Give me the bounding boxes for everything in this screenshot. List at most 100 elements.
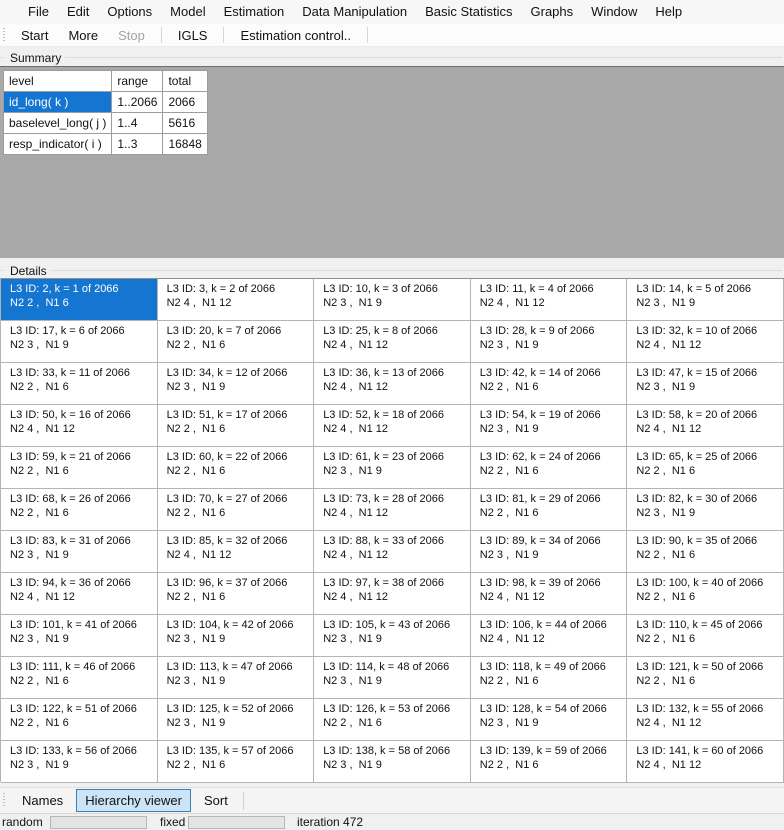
summary-level-cell[interactable]: resp_indicator( i ) [4, 134, 112, 155]
tab-hierarchy-viewer[interactable]: Hierarchy viewer [76, 789, 191, 812]
cell-id-line: L3 ID: 61, k = 23 of 2066 [323, 450, 468, 464]
menu-edit[interactable]: Edit [58, 0, 98, 24]
hierarchy-cell[interactable]: L3 ID: 105, k = 43 of 2066N2 3 , N1 9 [314, 615, 471, 657]
hierarchy-cell[interactable]: L3 ID: 121, k = 50 of 2066N2 2 , N1 6 [627, 657, 784, 699]
summary-col-range: range [112, 71, 163, 92]
menu-window[interactable]: Window [582, 0, 646, 24]
summary-row-resp-indicator[interactable]: resp_indicator( i ) 1..3 16848 [4, 134, 208, 155]
hierarchy-cell[interactable]: L3 ID: 42, k = 14 of 2066N2 2 , N1 6 [471, 363, 628, 405]
hierarchy-cell[interactable]: L3 ID: 110, k = 45 of 2066N2 2 , N1 6 [627, 615, 784, 657]
hierarchy-cell[interactable]: L3 ID: 113, k = 47 of 2066N2 3 , N1 9 [158, 657, 315, 699]
igls-button[interactable]: IGLS [169, 25, 217, 46]
summary-row-id-long[interactable]: id_long( k ) 1..2066 2066 [4, 92, 208, 113]
summary-level-cell[interactable]: id_long( k ) [4, 92, 112, 113]
hierarchy-cell[interactable]: L3 ID: 36, k = 13 of 2066N2 4 , N1 12 [314, 363, 471, 405]
menu-help[interactable]: Help [646, 0, 691, 24]
tabbar-separator [243, 792, 244, 810]
hierarchy-cell[interactable]: L3 ID: 104, k = 42 of 2066N2 3 , N1 9 [158, 615, 315, 657]
menu-model[interactable]: Model [161, 0, 214, 24]
hierarchy-cell[interactable]: L3 ID: 52, k = 18 of 2066N2 4 , N1 12 [314, 405, 471, 447]
hierarchy-cell[interactable]: L3 ID: 14, k = 5 of 2066N2 3 , N1 9 [627, 279, 784, 321]
hierarchy-cell[interactable]: L3 ID: 83, k = 31 of 2066N2 3 , N1 9 [1, 531, 158, 573]
menu-graphs[interactable]: Graphs [522, 0, 583, 24]
start-button[interactable]: Start [12, 25, 57, 46]
hierarchy-cell[interactable]: L3 ID: 2, k = 1 of 2066N2 2 , N1 6 [1, 279, 158, 321]
hierarchy-cell[interactable]: L3 ID: 50, k = 16 of 2066N2 4 , N1 12 [1, 405, 158, 447]
hierarchy-cell[interactable]: L3 ID: 61, k = 23 of 2066N2 3 , N1 9 [314, 447, 471, 489]
menu-basic-statistics[interactable]: Basic Statistics [416, 0, 521, 24]
cell-counts-line: N2 2 , N1 6 [167, 464, 312, 478]
hierarchy-cell[interactable]: L3 ID: 111, k = 46 of 2066N2 2 , N1 6 [1, 657, 158, 699]
hierarchy-cell[interactable]: L3 ID: 98, k = 39 of 2066N2 4 , N1 12 [471, 573, 628, 615]
hierarchy-cell[interactable]: L3 ID: 82, k = 30 of 2066N2 3 , N1 9 [627, 489, 784, 531]
hierarchy-cell[interactable]: L3 ID: 28, k = 9 of 2066N2 3 , N1 9 [471, 321, 628, 363]
hierarchy-cell[interactable]: L3 ID: 11, k = 4 of 2066N2 4 , N1 12 [471, 279, 628, 321]
hierarchy-cell[interactable]: L3 ID: 132, k = 55 of 2066N2 4 , N1 12 [627, 699, 784, 741]
estimation-control-button[interactable]: Estimation control.. [231, 25, 360, 46]
hierarchy-cell[interactable]: L3 ID: 47, k = 15 of 2066N2 3 , N1 9 [627, 363, 784, 405]
hierarchy-cell[interactable]: L3 ID: 106, k = 44 of 2066N2 4 , N1 12 [471, 615, 628, 657]
hierarchy-cell[interactable]: L3 ID: 17, k = 6 of 2066N2 3 , N1 9 [1, 321, 158, 363]
hierarchy-cell[interactable]: L3 ID: 135, k = 57 of 2066N2 2 , N1 6 [158, 741, 315, 783]
summary-row-baselevel-long[interactable]: baselevel_long( j ) 1..4 5616 [4, 113, 208, 134]
hierarchy-cell[interactable]: L3 ID: 60, k = 22 of 2066N2 2 , N1 6 [158, 447, 315, 489]
hierarchy-cell[interactable]: L3 ID: 58, k = 20 of 2066N2 4 , N1 12 [627, 405, 784, 447]
menu-options[interactable]: Options [98, 0, 161, 24]
hierarchy-cell[interactable]: L3 ID: 20, k = 7 of 2066N2 2 , N1 6 [158, 321, 315, 363]
hierarchy-cell[interactable]: L3 ID: 89, k = 34 of 2066N2 3 , N1 9 [471, 531, 628, 573]
cell-counts-line: N2 2 , N1 6 [10, 506, 155, 520]
hierarchy-cell[interactable]: L3 ID: 88, k = 33 of 2066N2 4 , N1 12 [314, 531, 471, 573]
hierarchy-cell[interactable]: L3 ID: 100, k = 40 of 2066N2 2 , N1 6 [627, 573, 784, 615]
hierarchy-cell[interactable]: L3 ID: 90, k = 35 of 2066N2 2 , N1 6 [627, 531, 784, 573]
hierarchy-cell[interactable]: L3 ID: 133, k = 56 of 2066N2 3 , N1 9 [1, 741, 158, 783]
hierarchy-cell[interactable]: L3 ID: 114, k = 48 of 2066N2 3 , N1 9 [314, 657, 471, 699]
stop-button[interactable]: Stop [109, 25, 154, 46]
hierarchy-cell[interactable]: L3 ID: 10, k = 3 of 2066N2 3 , N1 9 [314, 279, 471, 321]
details-group-label: Details [0, 263, 784, 278]
hierarchy-cell[interactable]: L3 ID: 65, k = 25 of 2066N2 2 , N1 6 [627, 447, 784, 489]
hierarchy-cell[interactable]: L3 ID: 126, k = 53 of 2066N2 2 , N1 6 [314, 699, 471, 741]
menu-estimation[interactable]: Estimation [215, 0, 294, 24]
tabbar-gripper-handle[interactable] [2, 793, 7, 808]
hierarchy-cell[interactable]: L3 ID: 62, k = 24 of 2066N2 2 , N1 6 [471, 447, 628, 489]
hierarchy-cell[interactable]: L3 ID: 3, k = 2 of 2066N2 4 , N1 12 [158, 279, 315, 321]
hierarchy-cell[interactable]: L3 ID: 68, k = 26 of 2066N2 2 , N1 6 [1, 489, 158, 531]
hierarchy-cell[interactable]: L3 ID: 128, k = 54 of 2066N2 3 , N1 9 [471, 699, 628, 741]
hierarchy-cell[interactable]: L3 ID: 85, k = 32 of 2066N2 4 , N1 12 [158, 531, 315, 573]
hierarchy-cell[interactable]: L3 ID: 139, k = 59 of 2066N2 2 , N1 6 [471, 741, 628, 783]
menu-file[interactable]: File [19, 0, 58, 24]
hierarchy-cell[interactable]: L3 ID: 54, k = 19 of 2066N2 3 , N1 9 [471, 405, 628, 447]
more-button[interactable]: More [59, 25, 107, 46]
hierarchy-cell[interactable]: L3 ID: 59, k = 21 of 2066N2 2 , N1 6 [1, 447, 158, 489]
hierarchy-cell[interactable]: L3 ID: 34, k = 12 of 2066N2 3 , N1 9 [158, 363, 315, 405]
hierarchy-cell[interactable]: L3 ID: 101, k = 41 of 2066N2 3 , N1 9 [1, 615, 158, 657]
cell-id-line: L3 ID: 105, k = 43 of 2066 [323, 618, 468, 632]
hierarchy-cell[interactable]: L3 ID: 32, k = 10 of 2066N2 4 , N1 12 [627, 321, 784, 363]
toolbar-gripper-handle[interactable] [2, 28, 7, 43]
tab-names[interactable]: Names [13, 789, 72, 812]
hierarchy-cell[interactable]: L3 ID: 138, k = 58 of 2066N2 3 , N1 9 [314, 741, 471, 783]
cell-id-line: L3 ID: 73, k = 28 of 2066 [323, 492, 468, 506]
details-grid: L3 ID: 2, k = 1 of 2066N2 2 , N1 6L3 ID:… [0, 278, 784, 782]
hierarchy-cell[interactable]: L3 ID: 96, k = 37 of 2066N2 2 , N1 6 [158, 573, 315, 615]
toolbar-separator [223, 27, 224, 43]
hierarchy-cell[interactable]: L3 ID: 51, k = 17 of 2066N2 2 , N1 6 [158, 405, 315, 447]
menu-data-manipulation[interactable]: Data Manipulation [293, 0, 416, 24]
hierarchy-cell[interactable]: L3 ID: 33, k = 11 of 2066N2 2 , N1 6 [1, 363, 158, 405]
hierarchy-cell[interactable]: L3 ID: 81, k = 29 of 2066N2 2 , N1 6 [471, 489, 628, 531]
hierarchy-cell[interactable]: L3 ID: 122, k = 51 of 2066N2 2 , N1 6 [1, 699, 158, 741]
hierarchy-cell[interactable]: L3 ID: 73, k = 28 of 2066N2 4 , N1 12 [314, 489, 471, 531]
toolbar-separator [367, 27, 368, 43]
cell-counts-line: N2 2 , N1 6 [10, 380, 155, 394]
hierarchy-cell[interactable]: L3 ID: 94, k = 36 of 2066N2 4 , N1 12 [1, 573, 158, 615]
hierarchy-cell[interactable]: L3 ID: 125, k = 52 of 2066N2 3 , N1 9 [158, 699, 315, 741]
hierarchy-cell[interactable]: L3 ID: 141, k = 60 of 2066N2 4 , N1 12 [627, 741, 784, 783]
cell-id-line: L3 ID: 34, k = 12 of 2066 [167, 366, 312, 380]
hierarchy-cell[interactable]: L3 ID: 118, k = 49 of 2066N2 2 , N1 6 [471, 657, 628, 699]
hierarchy-cell[interactable]: L3 ID: 70, k = 27 of 2066N2 2 , N1 6 [158, 489, 315, 531]
hierarchy-cell[interactable]: L3 ID: 25, k = 8 of 2066N2 4 , N1 12 [314, 321, 471, 363]
tab-sort[interactable]: Sort [195, 789, 237, 812]
hierarchy-cell[interactable]: L3 ID: 97, k = 38 of 2066N2 4 , N1 12 [314, 573, 471, 615]
status-bar: random fixed iteration 472 [0, 813, 784, 830]
summary-level-cell[interactable]: baselevel_long( j ) [4, 113, 112, 134]
